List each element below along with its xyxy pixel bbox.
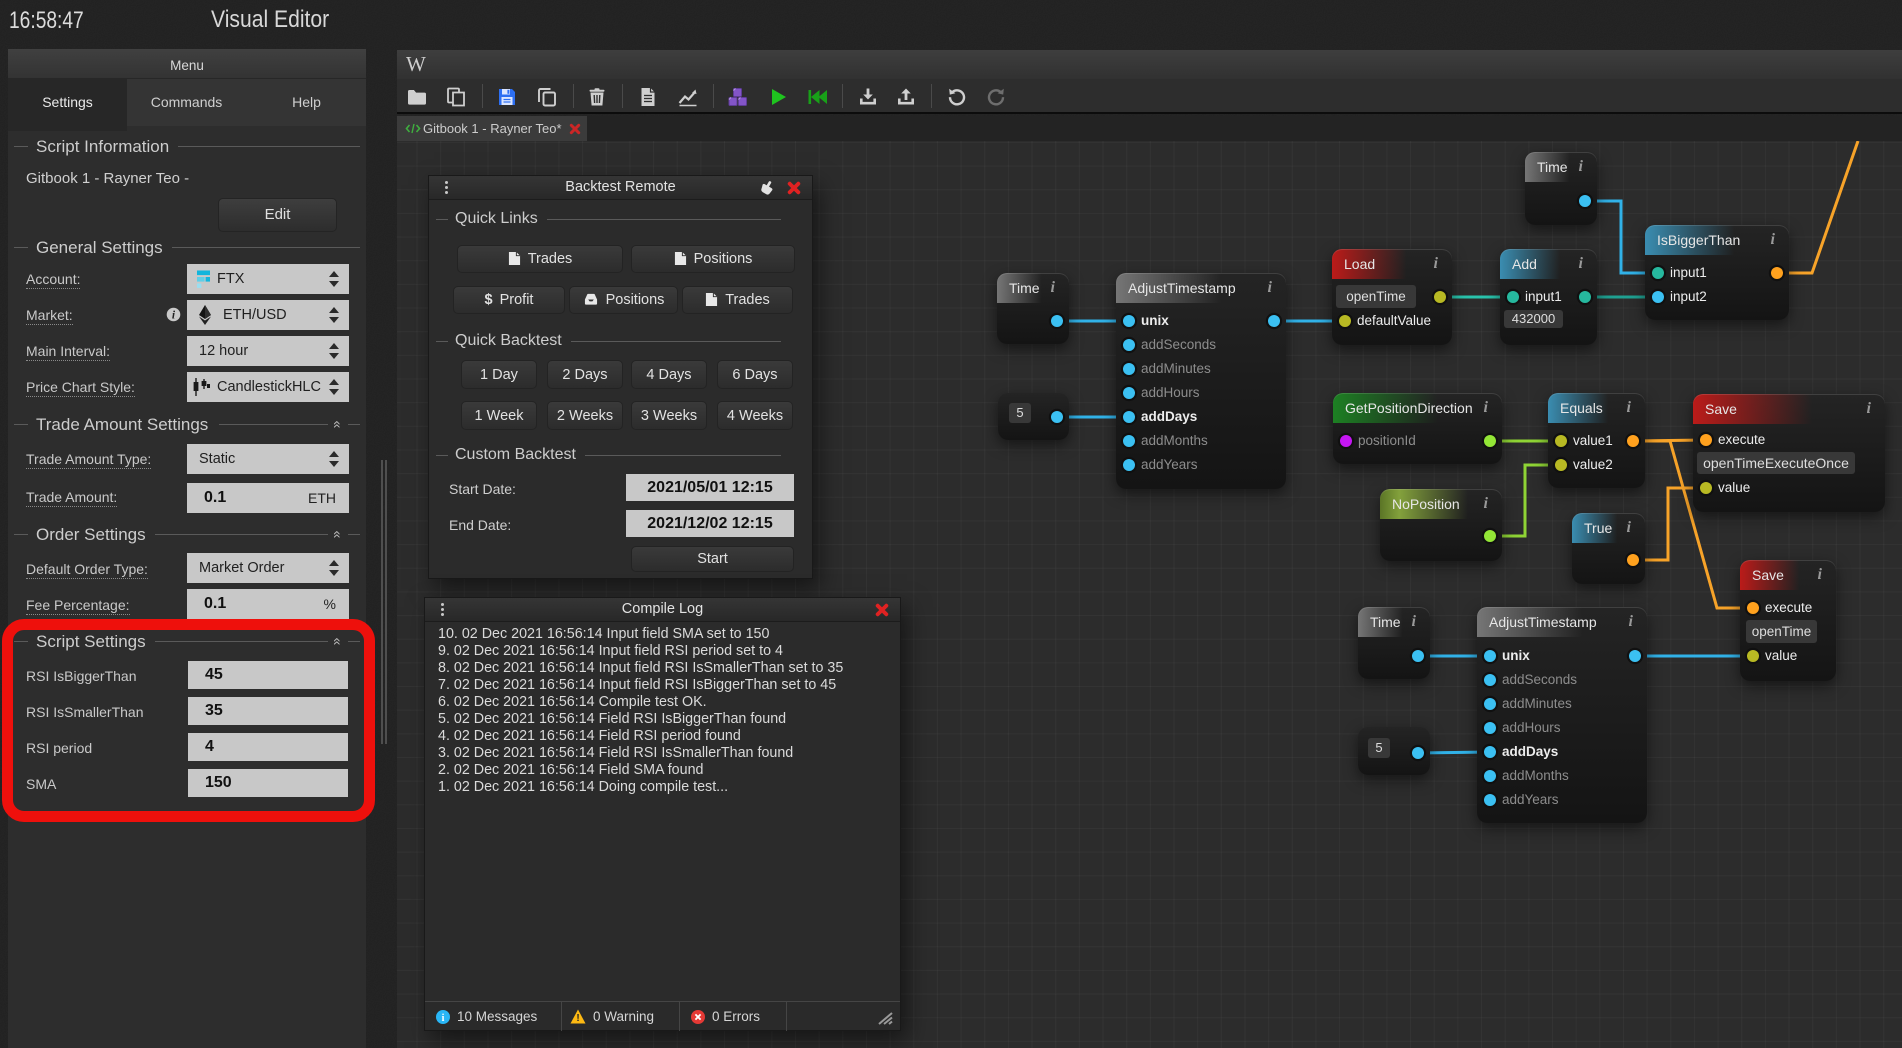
svg-text:i: i: [442, 1013, 445, 1024]
svg-text:!: !: [576, 1013, 579, 1024]
